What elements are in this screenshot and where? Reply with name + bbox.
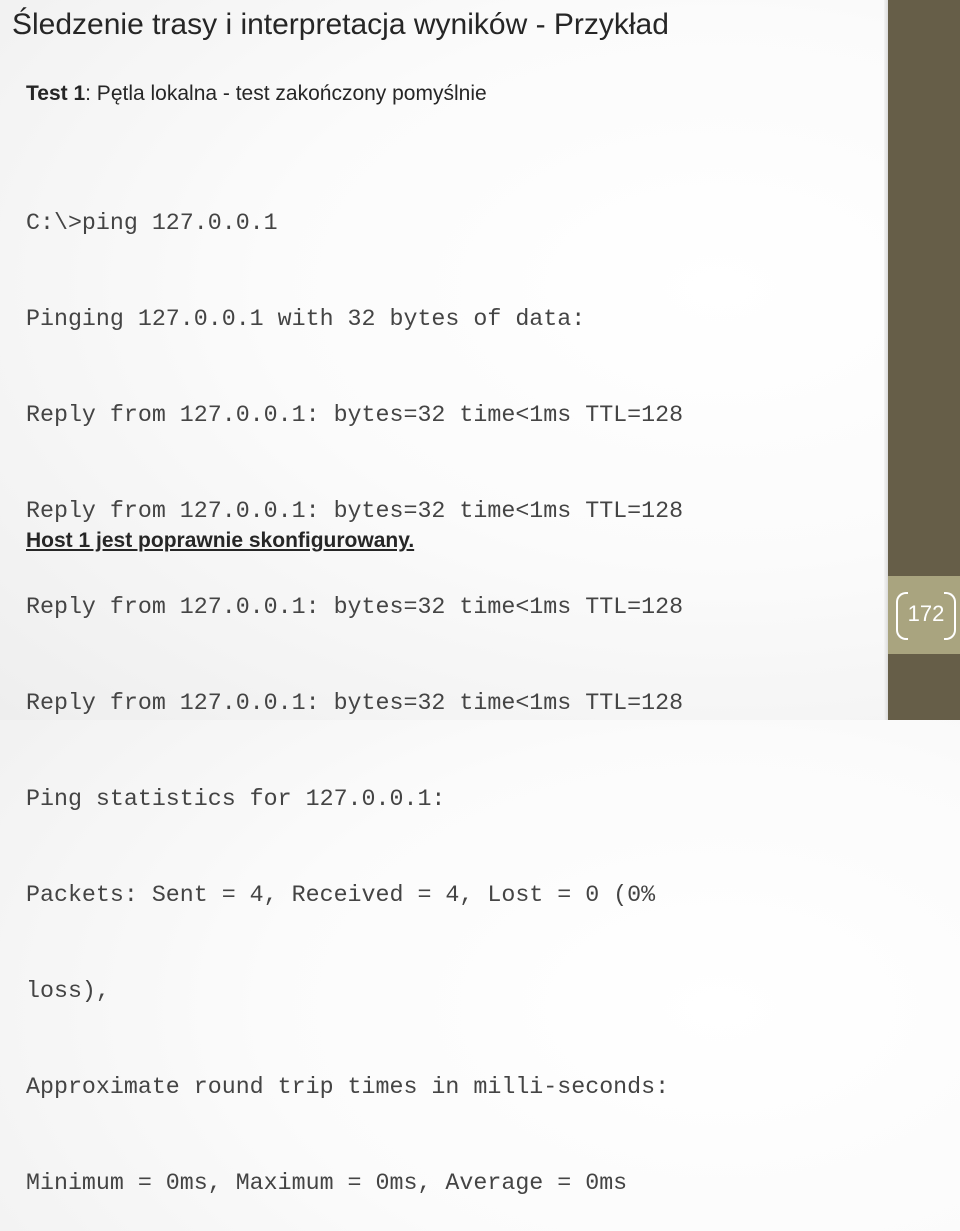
slide-title: Śledzenie trasy i interpretacja wyników … — [12, 8, 669, 41]
test-heading: Test 1: Pętla lokalna - test zakończony … — [26, 82, 487, 106]
console-line: loss), — [26, 978, 110, 1004]
console-line: Pinging 127.0.0.1 with 32 bytes of data: — [26, 306, 586, 332]
console-line: C:\>ping 127.0.0.1 — [26, 210, 278, 236]
conclusion-text: Host 1 jest poprawnie skonfigurowany. — [26, 529, 415, 552]
console-line: Reply from 127.0.0.1: bytes=32 time<1ms … — [26, 498, 684, 524]
test-label: Test 1 — [26, 82, 86, 105]
console-line: Ping statistics for 127.0.0.1: — [26, 786, 446, 812]
console-line: Packets: Sent = 4, Received = 4, Lost = … — [26, 882, 656, 908]
console-line: Minimum = 0ms, Maximum = 0ms, Average = … — [26, 1170, 628, 1196]
page-number: 172 — [907, 601, 945, 626]
console-output: C:\>ping 127.0.0.1 Pinging 127.0.0.1 wit… — [26, 143, 683, 1231]
console-line: Reply from 127.0.0.1: bytes=32 time<1ms … — [26, 402, 684, 428]
console-line: Reply from 127.0.0.1: bytes=32 time<1ms … — [26, 594, 684, 620]
console-line: Approximate round trip times in milli-se… — [26, 1074, 670, 1100]
console-line: Reply from 127.0.0.1: bytes=32 time<1ms … — [26, 690, 684, 716]
test-description: : Pętla lokalna - test zakończony pomyśl… — [85, 82, 487, 105]
